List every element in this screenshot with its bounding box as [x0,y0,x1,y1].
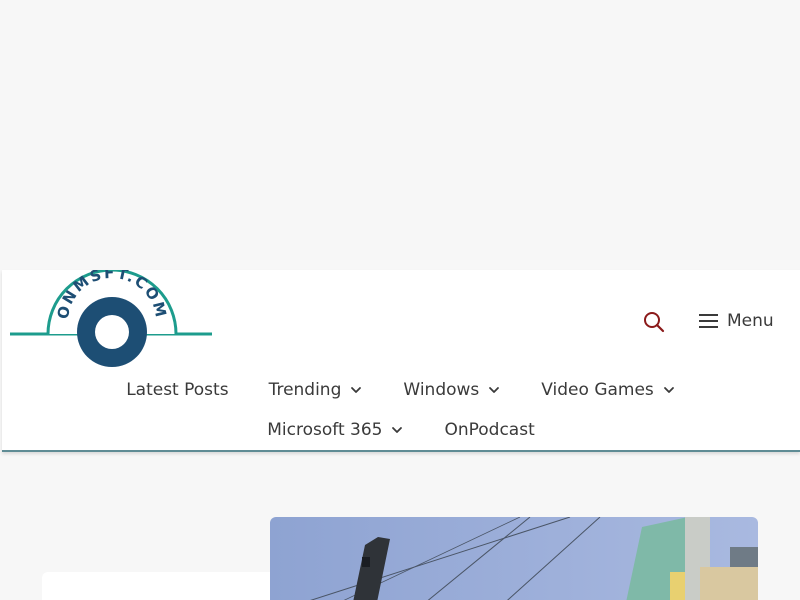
nav-item-trending[interactable]: Trending [269,380,364,400]
nav-item-label: Microsoft 365 [267,420,383,440]
nav-item-label: Latest Posts [126,380,229,400]
site-logo[interactable]: ONMSFT.COM [10,264,212,370]
featured-image[interactable] [270,517,758,600]
hamburger-icon [699,314,718,328]
chevron-down-icon [349,383,363,397]
search-icon [644,312,665,333]
nav-row-1: Latest Posts Trending Windows Video Game… [106,370,696,410]
primary-navigation: Latest Posts Trending Windows Video Game… [2,370,800,450]
onmsft-logo-icon: ONMSFT.COM [10,264,212,367]
page: ONMSFT.COM Menu Latest Posts Trending Wi… [0,0,800,600]
nav-item-onpodcast[interactable]: OnPodcast [444,420,534,440]
nav-item-label: Video Games [541,380,654,400]
chevron-down-icon [390,423,404,437]
article-card[interactable] [42,572,301,600]
nav-item-windows[interactable]: Windows [403,380,501,400]
search-button[interactable] [640,308,668,336]
ad-space [0,0,800,270]
nav-item-label: OnPodcast [444,420,535,440]
nav-item-label: Trending [268,380,342,400]
site-header: ONMSFT.COM Menu Latest Posts Trending Wi… [2,264,800,452]
nav-item-microsoft-365[interactable]: Microsoft 365 [267,420,404,440]
nav-item-latest-posts[interactable]: Latest Posts [126,380,228,400]
building-photo [270,517,758,600]
menu-label: Menu [727,311,774,331]
nav-item-label: Windows [403,380,480,400]
nav-item-video-games[interactable]: Video Games [541,380,676,400]
chevron-down-icon [662,383,676,397]
nav-row-2: Microsoft 365 OnPodcast [247,410,555,450]
menu-toggle-button[interactable]: Menu [699,307,774,335]
chevron-down-icon [487,383,501,397]
